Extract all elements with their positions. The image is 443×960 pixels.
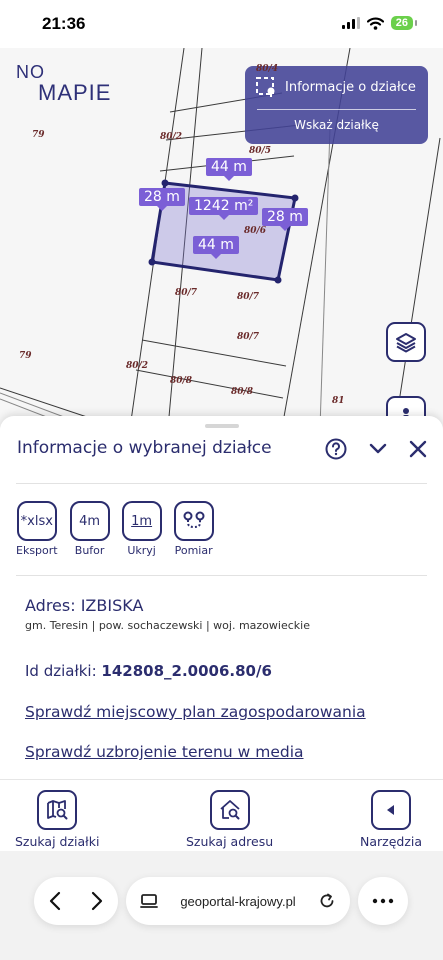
route-pins-icon (183, 511, 205, 529)
measure-left: 28 m (139, 188, 185, 211)
url-text[interactable]: geoportal-krajowy.pl (180, 894, 295, 909)
nav-tools-label: Narzędzia (360, 834, 423, 849)
point-parcel-button[interactable]: Wskaż działkę (245, 118, 428, 132)
hide-label: Ukryj (127, 544, 156, 557)
buffer-label: Bufor (74, 544, 105, 557)
bottom-navigation: Szukaj działki Szukaj adresu Narzędzia (0, 779, 443, 851)
plot-label: 79 (32, 130, 45, 140)
measure-bottom: 44 m (193, 236, 239, 259)
status-icons: 26 (341, 16, 418, 30)
layers-button[interactable] (386, 322, 426, 362)
plot-label: 81 (332, 396, 345, 406)
nav-tools[interactable]: Narzędzia (360, 790, 422, 849)
parcel-id-label: Id działki: (25, 662, 102, 680)
layers-icon (396, 333, 416, 353)
export-label: Eksport (16, 544, 58, 557)
plot-label: 80/7 (175, 288, 198, 298)
buffer-tool[interactable]: 4m Bufor (69, 501, 110, 557)
status-time: 21:36 (42, 14, 86, 33)
status-bar: 21:36 26 (0, 0, 443, 48)
triangle-left-icon (387, 805, 395, 815)
parcel-select-icon (256, 77, 275, 97)
sheet-actions (325, 438, 427, 460)
divider (16, 575, 427, 576)
map-search-icon (47, 800, 68, 820)
utilities-link[interactable]: Sprawdź uzbrojenie terenu w media (25, 743, 304, 761)
signal-icon (341, 17, 360, 29)
plot-label: 80/6 (244, 226, 267, 236)
hide-tool[interactable]: 1m Ukryj (121, 501, 162, 557)
export-tool[interactable]: *xlsx Eksport (16, 501, 58, 557)
export-xlsx-icon[interactable]: *xlsx (16, 501, 57, 541)
tool-row: *xlsx Eksport 4m Bufor 1m Ukryj Pomiar (16, 501, 214, 557)
plot-label: 80/7 (237, 332, 260, 342)
plot-label: 80/8 (170, 376, 193, 386)
info-panel-title: Informacje o działce (285, 79, 416, 95)
measure-icon[interactable] (173, 501, 214, 541)
forward-icon[interactable] (90, 891, 104, 911)
more-menu-button[interactable] (358, 877, 408, 925)
measure-right: 28 m (262, 208, 308, 231)
plot-label: 80/5 (249, 146, 272, 156)
battery-indicator: 26 (390, 16, 418, 30)
nav-search-parcel[interactable]: Szukaj działki (15, 790, 99, 849)
more-dots-icon (372, 898, 394, 904)
address-line: Adres: IZBISKA (25, 596, 144, 615)
measure-area: 1242 m² (189, 197, 259, 220)
parcel-info-panel[interactable]: Informacje o działce Wskaż działkę (245, 66, 428, 144)
chevron-down-icon[interactable] (369, 443, 387, 455)
plot-label: 80/4 (256, 64, 279, 74)
house-search-icon (219, 800, 240, 820)
nav-search-parcel-label: Szukaj działki (15, 834, 100, 849)
tools-button[interactable] (371, 790, 412, 830)
close-icon[interactable] (409, 440, 427, 458)
sheet-title: Informacje o wybranej działce (17, 438, 272, 458)
back-icon[interactable] (48, 891, 62, 911)
logo-line2: MAPIE (38, 80, 112, 105)
plot-label: 80/8 (231, 387, 254, 397)
app-logo: NO MAPIE (16, 62, 116, 105)
plot-label: 80/7 (237, 292, 260, 302)
search-parcel-button[interactable] (37, 790, 78, 830)
map-view[interactable]: NO MAPIE Informacje o działce Wskaż dzia… (0, 48, 443, 428)
plot-label: 80/2 (160, 132, 183, 142)
info-panel-divider (257, 109, 416, 110)
reload-icon[interactable] (318, 892, 336, 910)
parcel-id-line: Id działki: 142808_2.0006.80/6 (25, 662, 272, 680)
parcel-id-value: 142808_2.0006.80/6 (101, 662, 272, 680)
wifi-icon (366, 16, 384, 30)
plot-label: 79 (19, 351, 32, 361)
parcel-details-sheet: Informacje o wybranej działce *xlsx Eksp… (0, 416, 443, 779)
address-bar[interactable]: geoportal-krajowy.pl (126, 877, 350, 925)
browser-nav-pill (34, 877, 118, 925)
measure-top: 44 m (206, 158, 252, 181)
browser-toolbar: geoportal-krajowy.pl (0, 851, 443, 960)
sheet-drag-handle[interactable] (205, 424, 239, 428)
hide-measure-icon[interactable]: 1m (121, 501, 162, 541)
divider (16, 483, 427, 484)
tabs-site-icon (140, 894, 158, 908)
address-admin-units: gm. Teresin | pow. sochaczewski | woj. m… (25, 619, 310, 632)
help-icon[interactable] (325, 438, 347, 460)
search-address-button[interactable] (209, 790, 250, 830)
nav-search-address[interactable]: Szukaj adresu (186, 790, 273, 849)
nav-search-address-label: Szukaj adresu (186, 834, 274, 849)
plot-label: 80/2 (126, 361, 149, 371)
buffer-icon[interactable]: 4m (69, 501, 110, 541)
measure-tool[interactable]: Pomiar (173, 501, 214, 557)
zoning-plan-link[interactable]: Sprawdź miejscowy plan zagospodarowania (25, 703, 366, 721)
info-panel-header[interactable]: Informacje o działce (255, 76, 416, 98)
measure-label: Pomiar (174, 544, 213, 557)
